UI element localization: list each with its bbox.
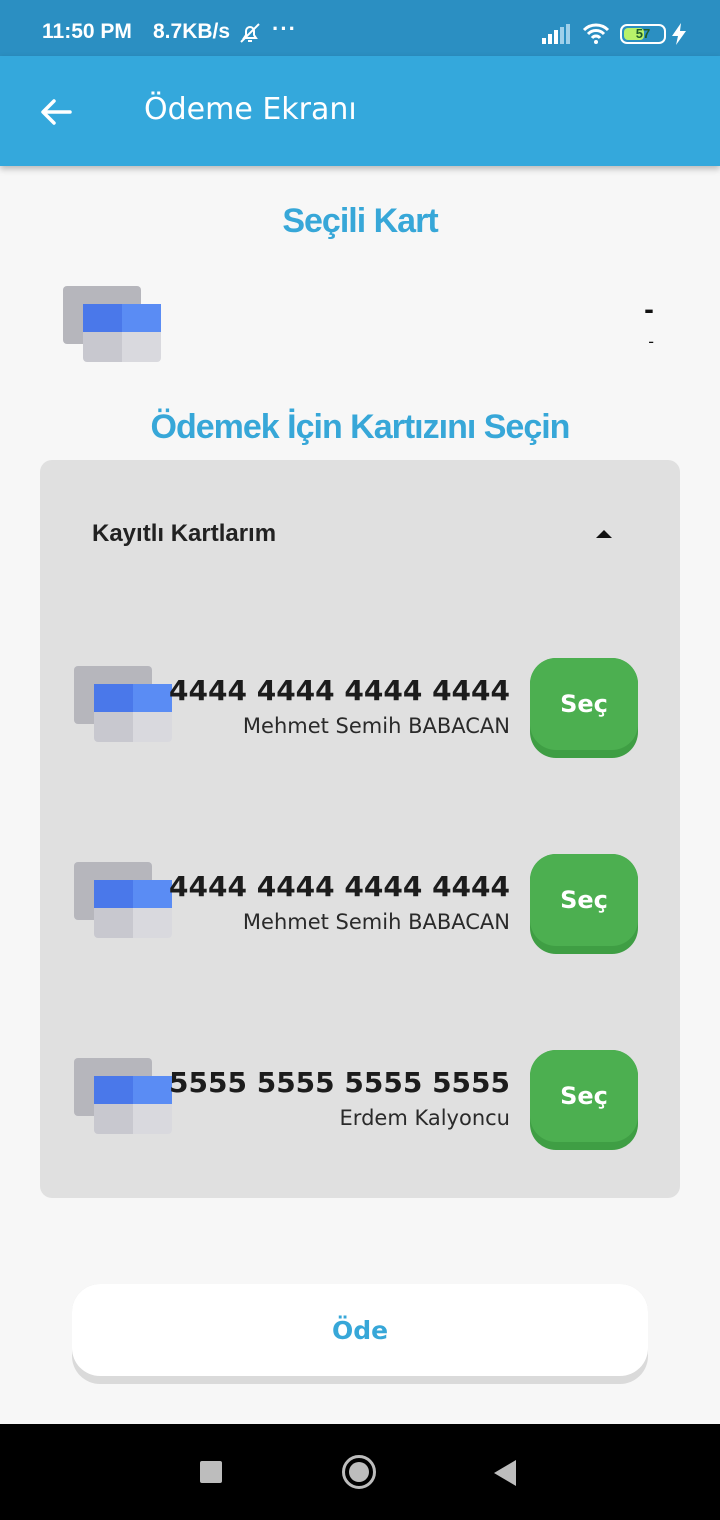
card-holder: Erdem Kalyoncu <box>339 1106 510 1130</box>
system-nav-bar <box>0 1424 720 1520</box>
recents-icon[interactable] <box>200 1461 222 1483</box>
select-card-button[interactable]: Seç <box>530 854 638 954</box>
select-button-label: Seç <box>530 658 638 750</box>
selected-card-heading: Seçili Kart <box>282 202 438 240</box>
home-icon[interactable] <box>342 1455 376 1489</box>
credit-card-icon <box>74 1058 174 1138</box>
credit-card-icon <box>63 286 163 366</box>
credit-card-icon <box>74 862 174 942</box>
card-number: 4444 4444 4444 4444 <box>169 870 510 903</box>
select-card-button[interactable]: Seç <box>530 658 638 758</box>
pay-button[interactable]: Öde <box>72 1284 648 1384</box>
caret-up-icon[interactable] <box>596 530 612 538</box>
back-button[interactable] <box>36 92 76 132</box>
selected-card-holder: - <box>648 332 654 351</box>
charging-icon <box>672 23 686 49</box>
select-card-button[interactable]: Seç <box>530 1050 638 1150</box>
overflow-dots: ··· <box>272 16 297 41</box>
back-triangle-icon[interactable] <box>494 1460 516 1486</box>
saved-cards-panel: Kayıtlı Kartlarım 4444 4444 4444 4444 Me… <box>40 460 680 1198</box>
saved-cards-header[interactable]: Kayıtlı Kartlarım <box>92 520 276 548</box>
select-button-label: Seç <box>530 1050 638 1142</box>
card-holder: Mehmet Semih BABACAN <box>242 714 510 738</box>
status-net-speed: 8.7KB/s <box>153 20 231 43</box>
battery-level: 57 <box>635 26 651 41</box>
card-holder: Mehmet Semih BABACAN <box>242 910 510 934</box>
page-title: Ödeme Ekranı <box>144 92 357 127</box>
bell-off-icon <box>238 21 262 49</box>
select-card-prompt: Ödemek İçin Kartızını Seçin <box>150 408 571 446</box>
app-bar: Ödeme Ekranı <box>0 56 720 166</box>
pay-button-label: Öde <box>72 1284 648 1376</box>
arrow-left-icon <box>41 99 72 125</box>
status-bar: 11:50 PM 8.7KB/s ··· 57 <box>0 0 720 56</box>
signal-icon <box>542 24 572 48</box>
selected-card-number: - <box>644 296 654 324</box>
select-button-label: Seç <box>530 854 638 946</box>
saved-card-row: 4444 4444 4444 4444 Mehmet Semih BABACAN… <box>74 658 654 758</box>
credit-card-icon <box>74 666 174 746</box>
card-number: 5555 5555 5555 5555 <box>169 1066 510 1099</box>
battery-icon: 57 <box>620 24 666 44</box>
saved-card-row: 4444 4444 4444 4444 Mehmet Semih BABACAN… <box>74 854 654 954</box>
wifi-icon <box>582 22 610 48</box>
card-number: 4444 4444 4444 4444 <box>169 674 510 707</box>
status-time: 11:50 PM <box>42 20 132 43</box>
saved-card-row: 5555 5555 5555 5555 Erdem Kalyoncu Seç <box>74 1050 654 1150</box>
